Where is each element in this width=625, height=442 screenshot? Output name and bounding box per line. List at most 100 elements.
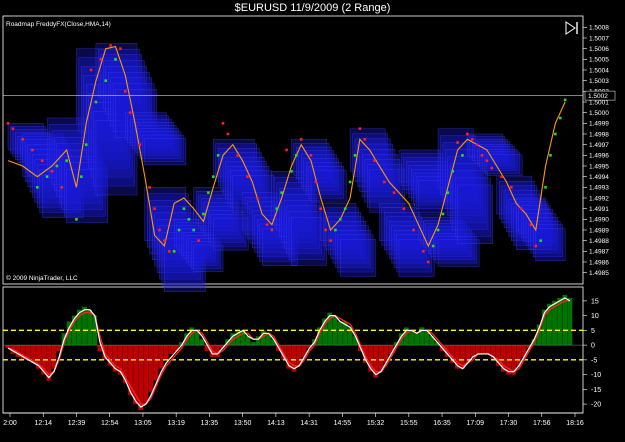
price-tick-label: 1.5007	[589, 35, 609, 42]
green-dot	[216, 154, 220, 157]
time-tick-label: 14:55	[334, 420, 352, 427]
red-dot	[466, 132, 469, 136]
red-dot	[246, 175, 249, 178]
red-dot	[11, 127, 15, 130]
red-dot	[31, 148, 34, 152]
red-dot	[363, 138, 367, 141]
price-tick-label: 1.4997	[589, 142, 609, 149]
roadmap-boxes	[7, 43, 566, 293]
red-dot	[6, 122, 10, 125]
histogram-bar	[414, 333, 420, 346]
price-tick-label: 1.5004	[589, 67, 609, 74]
osc-tick-label: 0	[591, 343, 595, 350]
red-dot	[324, 228, 327, 232]
red-dot	[392, 191, 396, 194]
green-dot	[192, 228, 196, 232]
chart-canvas[interactable]: 1.5008 1.5007 1.5006 1.5005 1.5004 1.5003 1.50…	[0, 0, 625, 442]
red-dot	[138, 143, 142, 146]
red-dot	[402, 207, 406, 210]
red-dot	[534, 244, 538, 248]
price-tick-label: 1.4998	[589, 131, 609, 138]
red-dot	[519, 207, 523, 210]
price-tick-label: 1.5000	[589, 110, 609, 117]
green-dot	[84, 143, 88, 146]
red-dot	[50, 170, 54, 173]
histogram-bar	[158, 345, 164, 369]
green-dot	[280, 191, 283, 194]
red-dot	[510, 186, 513, 189]
green-dot	[182, 207, 186, 210]
green-dot	[114, 58, 117, 61]
green-dot	[544, 186, 547, 189]
green-dot	[353, 154, 357, 157]
osc-tick-label: 10	[591, 313, 599, 320]
green-dot	[177, 228, 181, 232]
time-tick-label: 17:30	[500, 420, 518, 427]
green-dot	[451, 170, 455, 173]
green-dot	[207, 191, 210, 194]
red-dot	[529, 223, 533, 226]
histogram-bar	[168, 345, 174, 354]
red-dot	[358, 127, 362, 130]
current-price-label: 1.5002	[588, 93, 608, 100]
price-tick-label: 1.4999	[589, 121, 609, 128]
histogram-bar	[5, 345, 11, 349]
price-tick-label: 1.4987	[589, 249, 609, 256]
green-dot	[446, 191, 450, 194]
histogram-bar	[470, 345, 476, 357]
price-tick-label: 1.5008	[589, 25, 609, 32]
red-dot	[480, 154, 484, 157]
red-dot	[285, 148, 288, 152]
osc-tick-label: -15	[591, 387, 601, 394]
red-dot	[158, 228, 161, 232]
red-dot	[456, 141, 459, 144]
green-dot	[290, 170, 293, 173]
red-dot	[40, 159, 44, 162]
roadmap-box	[535, 228, 566, 261]
time-tick-label: 15:32	[367, 420, 385, 427]
roadmap-box	[340, 239, 376, 277]
skip-forward-icon[interactable]	[565, 21, 578, 35]
price-tick-label: 1.5006	[589, 46, 609, 53]
time-tick-label: 16:35	[433, 420, 451, 427]
red-dot	[119, 47, 122, 50]
price-tick-label: 1.4991	[589, 206, 609, 213]
red-dot	[314, 180, 318, 184]
red-dot	[123, 90, 127, 93]
price-tick-label: 1.4988	[589, 238, 609, 245]
histogram-bar	[148, 345, 154, 393]
time-tick-label: 13:35	[201, 420, 219, 427]
green-dot	[558, 116, 562, 120]
red-dot	[309, 154, 313, 157]
red-dot	[163, 239, 166, 242]
osc-tick-label: 15	[591, 298, 599, 305]
copyright-label: © 2009 NinjaTrader, LLC	[6, 274, 78, 282]
price-tick-label: 1.4990	[589, 217, 609, 224]
green-dot	[55, 164, 59, 168]
price-tick-label: 1.4985	[589, 270, 609, 277]
green-dot	[94, 100, 98, 104]
histogram-bar	[174, 345, 179, 351]
time-tick-label: 13:05	[134, 420, 152, 427]
histogram-bar	[153, 345, 159, 381]
red-dot	[109, 44, 112, 47]
green-dot	[65, 159, 68, 162]
red-dot	[128, 111, 132, 114]
histogram-bar	[143, 345, 149, 405]
red-dot	[422, 250, 425, 253]
red-dot	[99, 58, 103, 61]
green-dot	[549, 154, 552, 157]
histogram-bar	[480, 345, 486, 354]
red-dot	[148, 186, 152, 189]
price-tick-label: 1.4989	[589, 227, 609, 234]
red-dot	[255, 196, 259, 200]
time-tick-label: 17:09	[467, 420, 485, 427]
red-dot	[21, 138, 24, 141]
green-dot	[295, 154, 298, 157]
indicator-label: Roadmap FreddyFX(Close,HMA,14)	[6, 21, 111, 28]
histogram-bar	[87, 309, 93, 346]
price-tick-label: 1.5005	[589, 57, 609, 64]
time-tick-label: 13:50	[234, 420, 252, 427]
red-dot	[470, 138, 474, 141]
red-dot	[373, 159, 376, 162]
